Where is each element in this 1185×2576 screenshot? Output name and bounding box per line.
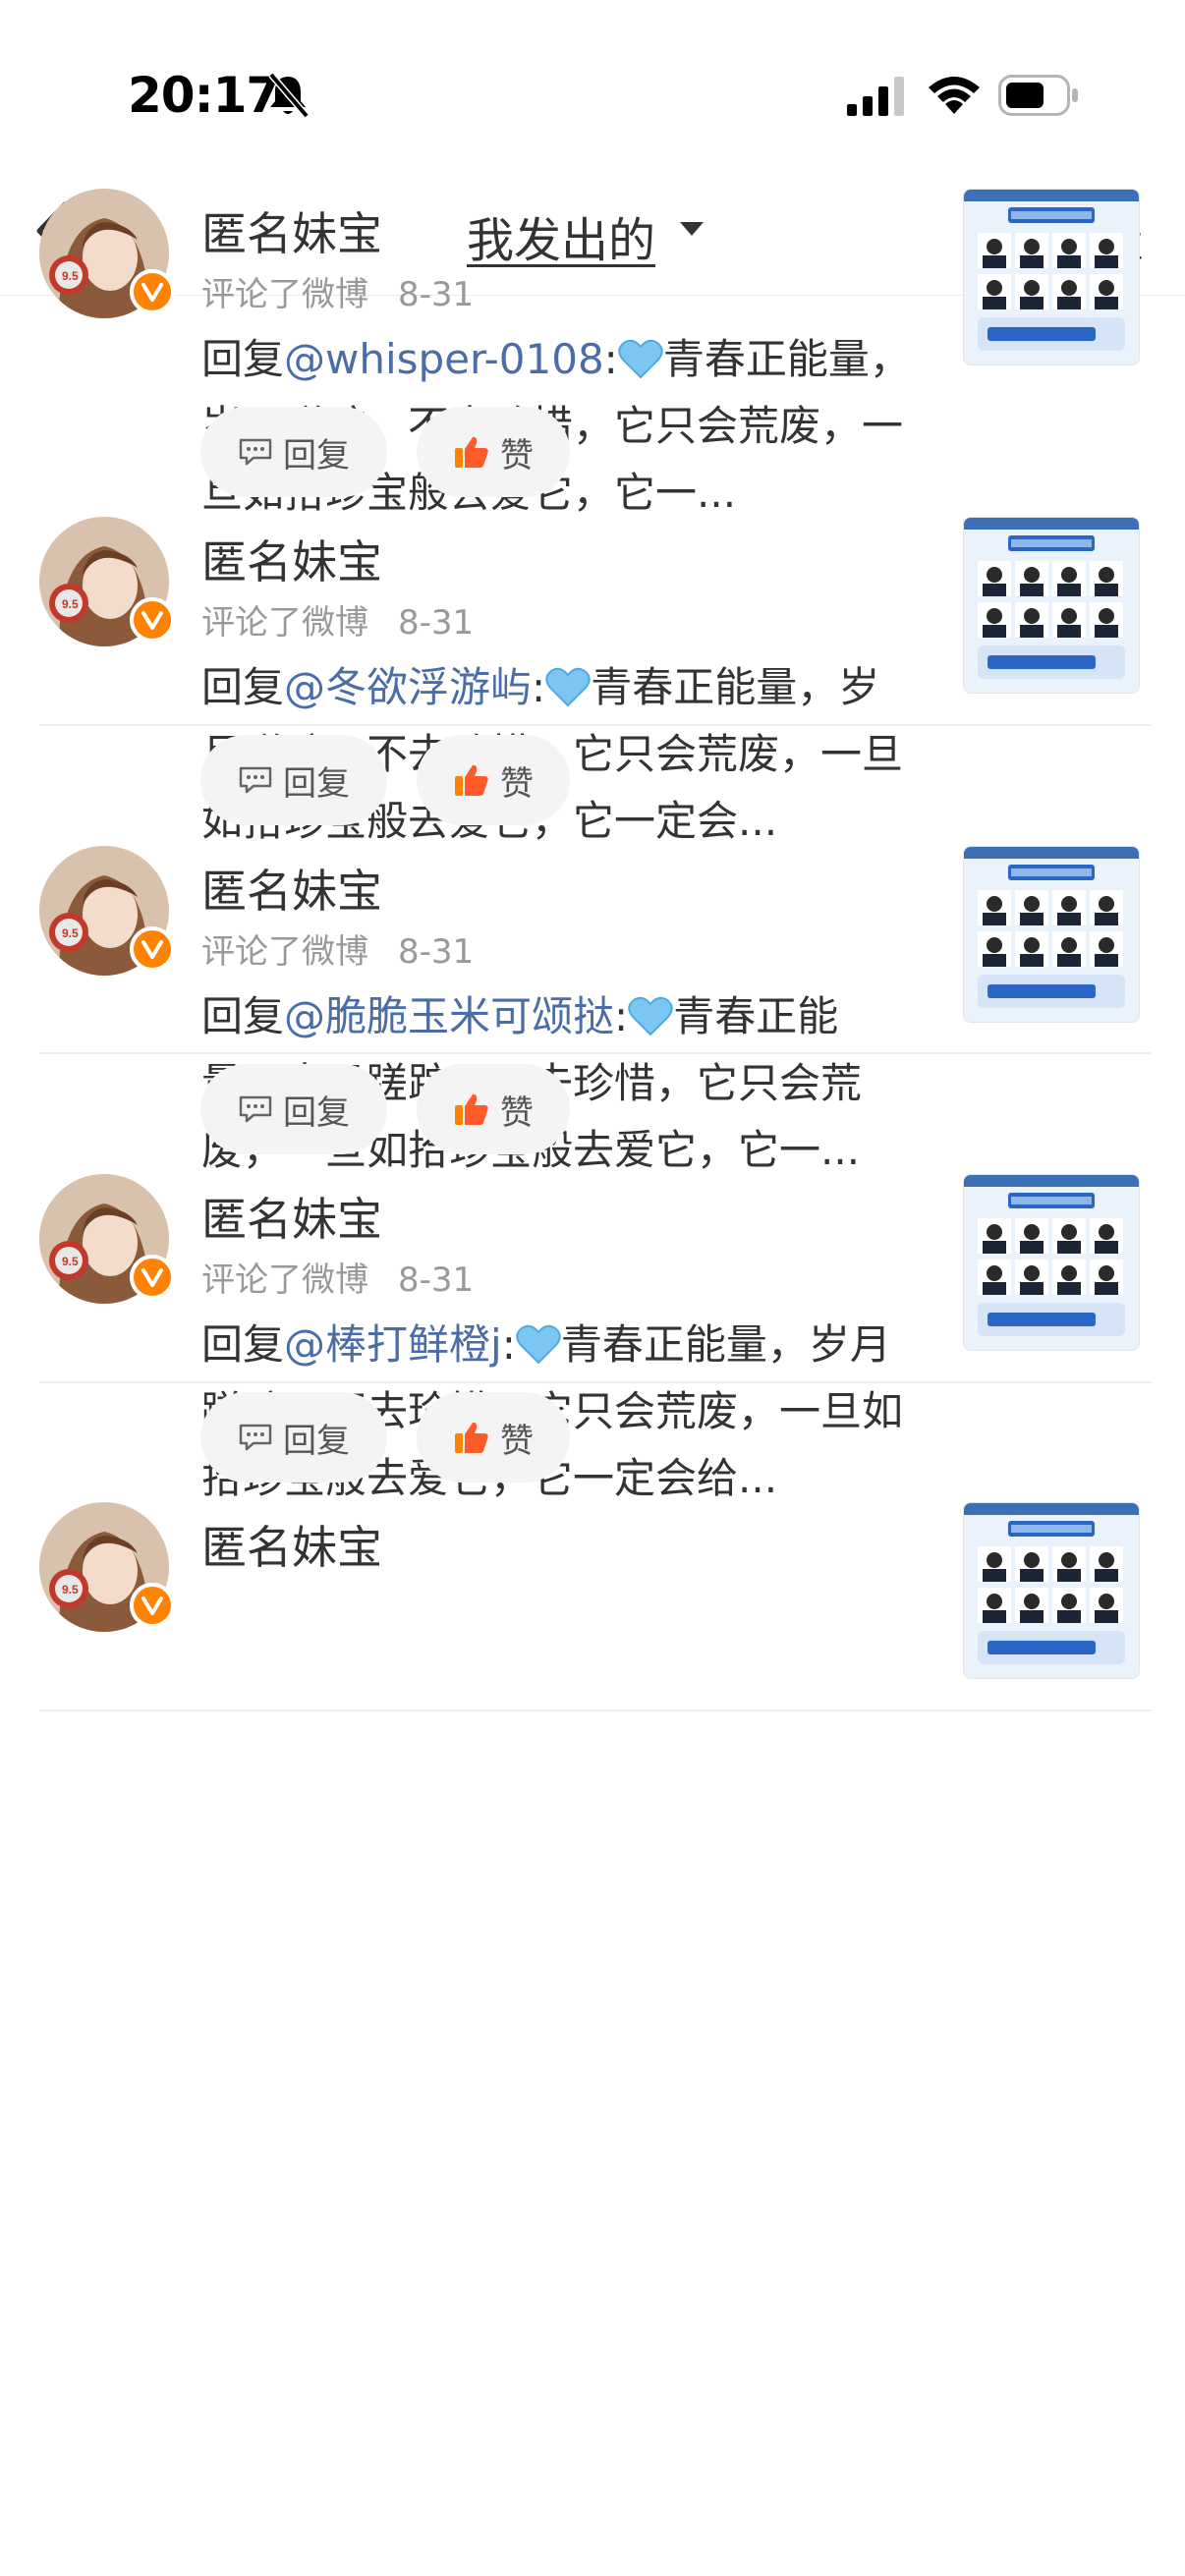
- comment-icon: [239, 438, 272, 466]
- comment-meta: 评论了微博 8-31: [201, 924, 474, 973]
- svg-text:9.5: 9.5: [62, 926, 79, 940]
- cellular-signal-icon: [847, 77, 904, 116]
- like-button[interactable]: 赞: [417, 407, 570, 497]
- comment-icon: [239, 1424, 272, 1451]
- verified-badge-icon: [130, 269, 175, 314]
- weibo-thumbnail[interactable]: [963, 189, 1140, 365]
- like-button[interactable]: 赞: [417, 1392, 570, 1483]
- weibo-thumbnail[interactable]: [963, 846, 1140, 1023]
- verified-badge-icon: [130, 597, 175, 643]
- comment-icon: [239, 766, 272, 794]
- svg-text:9.5: 9.5: [62, 269, 79, 283]
- user-name[interactable]: 匿名妹宝: [201, 1512, 382, 1577]
- like-button-label: 赞: [500, 435, 534, 476]
- user-name[interactable]: 匿名妹宝: [201, 527, 382, 591]
- like-button-label: 赞: [500, 763, 534, 804]
- thumbs-up-icon: [455, 1422, 488, 1453]
- colon: :: [614, 992, 629, 1040]
- comment-item[interactable]: 9.5 匿名妹宝: [0, 1492, 1185, 2040]
- reply-prefix: 回复: [201, 992, 285, 1040]
- mention-link[interactable]: @棒打鲜橙j: [284, 1320, 502, 1369]
- thumbs-up-icon: [455, 436, 488, 468]
- svg-text:9.5: 9.5: [62, 1255, 79, 1268]
- date-text: 8-31: [398, 932, 475, 972]
- wifi-icon: [929, 77, 980, 114]
- reply-prefix: 回复: [201, 663, 285, 711]
- action-text: 评论了微博: [201, 275, 368, 314]
- svg-text:9.5: 9.5: [62, 1583, 79, 1596]
- reply-button-label: 回复: [283, 763, 350, 804]
- reply-button-label: 回复: [283, 1092, 350, 1133]
- reply-button-label: 回复: [283, 435, 350, 476]
- verified-badge-icon: [130, 1583, 175, 1628]
- weibo-thumbnail[interactable]: [963, 1174, 1140, 1351]
- comment-line1: 青春正能量，岁: [560, 1320, 850, 1369]
- comment-line1: 青春正能量: [662, 335, 870, 383]
- comment-icon: [239, 1095, 272, 1123]
- mention-link[interactable]: @whisper-0108: [284, 335, 604, 383]
- bell-muted-icon: [268, 72, 310, 119]
- reply-prefix: 回复: [201, 335, 285, 383]
- reply-prefix: 回复: [201, 1320, 285, 1369]
- status-bar: 20:17: [0, 0, 1185, 167]
- user-name[interactable]: 匿名妹宝: [201, 1184, 382, 1249]
- date-text: 8-31: [398, 603, 475, 643]
- colon: :: [532, 663, 546, 711]
- like-button-label: 赞: [500, 1421, 534, 1461]
- thumbs-up-icon: [455, 1093, 488, 1125]
- like-button-label: 赞: [500, 1092, 534, 1133]
- blue-heart-emoji: [618, 339, 663, 379]
- verified-badge-icon: [130, 1255, 175, 1300]
- reply-button-label: 回复: [283, 1421, 350, 1461]
- status-time: 20:17: [128, 67, 280, 124]
- weibo-thumbnail[interactable]: [963, 517, 1140, 694]
- comment-meta: 评论了微博 8-31: [201, 1253, 474, 1301]
- reply-button[interactable]: 回复: [200, 1064, 387, 1154]
- reply-button[interactable]: 回复: [200, 1392, 387, 1483]
- battery-icon: [998, 75, 1078, 116]
- comment-line1: 青春正能: [673, 992, 839, 1040]
- like-button[interactable]: 赞: [417, 735, 570, 825]
- blue-heart-emoji: [628, 996, 673, 1036]
- thumbs-up-icon: [455, 764, 488, 796]
- colon: :: [501, 1320, 516, 1369]
- mention-link[interactable]: @冬欲浮游屿: [284, 663, 532, 711]
- comment-line1: 青春正能量，: [591, 663, 839, 711]
- action-text: 评论了微博: [201, 603, 368, 643]
- verified-badge-icon: [130, 926, 175, 972]
- date-text: 8-31: [398, 1260, 475, 1300]
- comment-meta: 评论了微博 8-31: [201, 595, 474, 644]
- user-name[interactable]: 匿名妹宝: [201, 856, 382, 921]
- comment-meta: 评论了微博 8-31: [201, 267, 474, 315]
- blue-heart-emoji: [516, 1324, 561, 1365]
- blue-heart-emoji: [545, 667, 591, 707]
- reply-button[interactable]: 回复: [200, 407, 387, 497]
- like-button[interactable]: 赞: [417, 1064, 570, 1154]
- date-text: 8-31: [398, 275, 475, 314]
- action-text: 评论了微博: [201, 1260, 368, 1300]
- svg-text:9.5: 9.5: [62, 597, 79, 611]
- mention-link[interactable]: @脆脆玉米可颂挞: [284, 992, 614, 1040]
- reply-button[interactable]: 回复: [200, 735, 387, 825]
- action-text: 评论了微博: [201, 932, 368, 972]
- colon: :: [603, 335, 618, 383]
- user-name[interactable]: 匿名妹宝: [201, 198, 382, 263]
- weibo-thumbnail[interactable]: [963, 1502, 1140, 1679]
